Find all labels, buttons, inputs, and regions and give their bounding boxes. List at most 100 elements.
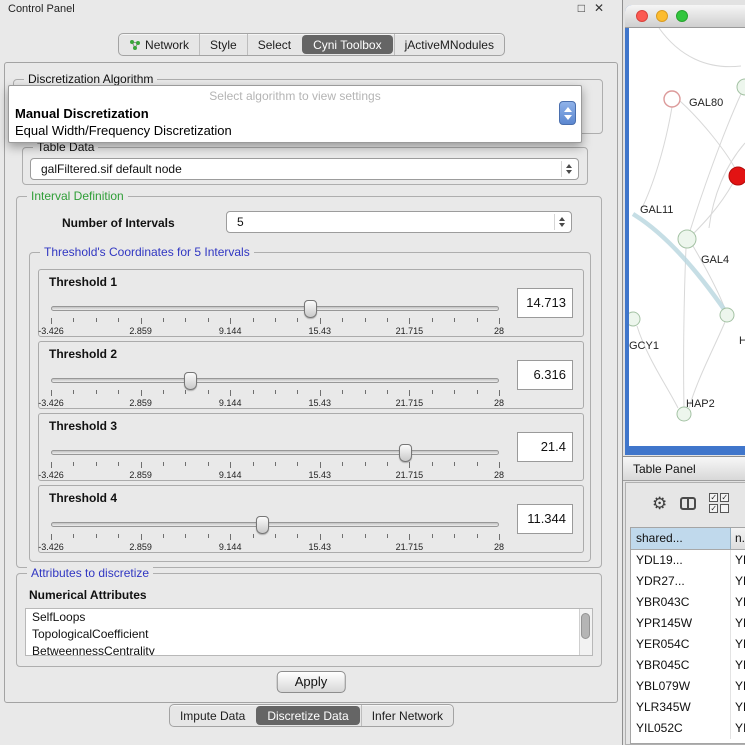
node-label: GAL11 <box>640 204 673 216</box>
threshold-slider[interactable]: -3.4262.8599.14415.4321.71528 <box>51 300 499 336</box>
column-header-name[interactable]: n... <box>731 528 745 549</box>
threshold-value-field[interactable]: 14.713 <box>517 288 573 318</box>
tab-infer-network[interactable]: Infer Network <box>361 705 453 726</box>
tick-mark <box>51 318 52 324</box>
slider-thumb[interactable] <box>184 372 197 390</box>
tick-mark <box>73 318 74 322</box>
network-node[interactable] <box>720 308 734 322</box>
minimize-button[interactable] <box>656 10 668 22</box>
tick-mark <box>387 534 388 538</box>
tab-cyni-toolbox[interactable]: Cyni Toolbox <box>302 35 392 54</box>
tick-label: 21.715 <box>396 398 424 408</box>
network-node[interactable] <box>678 230 696 248</box>
tick-mark <box>208 390 209 394</box>
list-scrollbar[interactable] <box>579 609 592 655</box>
float-icon[interactable]: □ <box>578 1 585 15</box>
tick-mark <box>51 462 52 468</box>
tick-mark <box>477 318 478 322</box>
list-item-selfloops[interactable]: SelfLoops <box>26 609 592 626</box>
combo-stepper-icon[interactable] <box>561 161 575 177</box>
zoom-button[interactable] <box>676 10 688 22</box>
tab-select[interactable]: Select <box>247 34 301 55</box>
tab-impute-data[interactable]: Impute Data <box>170 705 255 726</box>
table-row[interactable]: YBL079WYBL0 <box>631 676 745 697</box>
table-data-select[interactable]: galFiltered.sif default node <box>30 158 579 180</box>
number-of-intervals-select[interactable]: 5 <box>226 211 572 233</box>
threshold-label: Threshold 4 <box>49 491 117 505</box>
table-row[interactable]: YDR27...YDR2 <box>631 571 745 592</box>
tick-mark <box>96 462 97 466</box>
tick-mark <box>118 390 119 394</box>
threshold-slider[interactable]: -3.4262.8599.14415.4321.71528 <box>51 372 499 408</box>
network-node[interactable] <box>664 91 680 107</box>
tab-discretize-data[interactable]: Discretize Data <box>256 706 359 725</box>
table-row[interactable]: YIL052CYIL0 <box>631 718 745 739</box>
tick-mark <box>118 534 119 538</box>
threshold-box-1: Threshold 1-3.4262.8599.14415.4321.71528… <box>38 269 584 337</box>
threshold-value-field[interactable]: 6.316 <box>517 360 573 390</box>
tick-mark <box>365 462 366 466</box>
list-item-betweennesscentrality[interactable]: BetweennessCentrality <box>26 643 592 656</box>
number-of-intervals-label: Number of Intervals <box>62 216 175 230</box>
tick-mark <box>297 534 298 538</box>
threshold-value-field[interactable]: 11.344 <box>517 504 573 534</box>
tick-mark <box>230 462 231 468</box>
tick-mark <box>499 534 500 540</box>
list-item-topologicalcoefficient[interactable]: TopologicalCoefficient <box>26 626 592 643</box>
columns-icon[interactable] <box>680 497 696 510</box>
cell-name: YER0 <box>731 634 745 655</box>
tick-mark <box>163 390 164 394</box>
table-row[interactable]: YER054CYER0 <box>631 634 745 655</box>
tab-network[interactable]: Network <box>119 34 199 55</box>
cell-shared-name: YLR345W <box>631 697 731 718</box>
tick-mark <box>230 390 231 396</box>
threshold-box-4: Threshold 4 -3.4262.8599.14415.4321.71528… <box>38 485 584 553</box>
close-icon[interactable]: ✕ <box>594 1 604 15</box>
cell-shared-name: YDR27... <box>631 571 731 592</box>
attributes-list[interactable]: SelfLoopsTopologicalCoefficientBetweenne… <box>25 608 593 656</box>
tick-mark <box>342 462 343 466</box>
network-canvas[interactable]: GAL80GAL11GAL4GCY1HAP2H <box>629 28 745 446</box>
threshold-slider[interactable]: -3.4262.8599.14415.4321.71528 <box>51 444 499 480</box>
cyni-toolbox-panel: Discretization Algorithm Select algorith… <box>4 62 618 703</box>
slider-thumb[interactable] <box>256 516 269 534</box>
table-row[interactable]: YPR145WYPR1 <box>631 613 745 634</box>
table-row[interactable]: YBR043CYBR0 <box>631 592 745 613</box>
arrow-up-icon <box>566 164 572 168</box>
interval-definition-group: Interval Definition Number of Intervals … <box>16 196 602 568</box>
tick-mark <box>118 462 119 466</box>
slider-thumb[interactable] <box>399 444 412 462</box>
tick-label: 2.859 <box>129 470 152 480</box>
network-node[interactable] <box>629 312 640 326</box>
apply-button[interactable]: Apply <box>277 671 346 693</box>
table-panel-header: Table Panel <box>623 456 745 481</box>
tick-mark <box>320 318 321 324</box>
table-row[interactable]: YLR345WYLR3 <box>631 697 745 718</box>
tick-mark <box>297 318 298 322</box>
network-node[interactable] <box>729 167 745 185</box>
threshold-slider[interactable]: -3.4262.8599.14415.4321.71528 <box>51 516 499 552</box>
tick-label: 28 <box>494 470 504 480</box>
tab-jactivemnodules[interactable]: jActiveMNodules <box>394 34 504 55</box>
menu-item-equal-width-frequency-discretization[interactable]: Equal Width/Frequency Discretization <box>9 122 581 139</box>
network-node[interactable] <box>737 79 745 95</box>
combo-stepper-icon[interactable] <box>559 101 576 125</box>
tick-label: 21.715 <box>396 326 424 336</box>
select-columns-icon[interactable]: ✓✓✓ <box>709 493 729 513</box>
tick-mark <box>432 318 433 322</box>
close-button[interactable] <box>636 10 648 22</box>
gear-icon[interactable]: ⚙ <box>652 495 667 512</box>
slider-thumb[interactable] <box>304 300 317 318</box>
menu-item-manual-discretization[interactable]: Manual Discretization <box>9 105 581 122</box>
threshold-value-field[interactable]: 21.4 <box>517 432 573 462</box>
column-header-shared-name[interactable]: shared... <box>631 528 731 549</box>
node-label: GAL4 <box>701 254 729 266</box>
combo-stepper-icon[interactable] <box>554 214 568 230</box>
tick-mark <box>387 462 388 466</box>
tab-style[interactable]: Style <box>199 34 247 55</box>
scrollbar-thumb[interactable] <box>581 613 590 639</box>
table-row[interactable]: YDL19...YDL1 <box>631 550 745 571</box>
tick-mark <box>163 534 164 538</box>
table-row[interactable]: YBR045CYBR0 <box>631 655 745 676</box>
network-window-titlebar <box>625 5 745 28</box>
